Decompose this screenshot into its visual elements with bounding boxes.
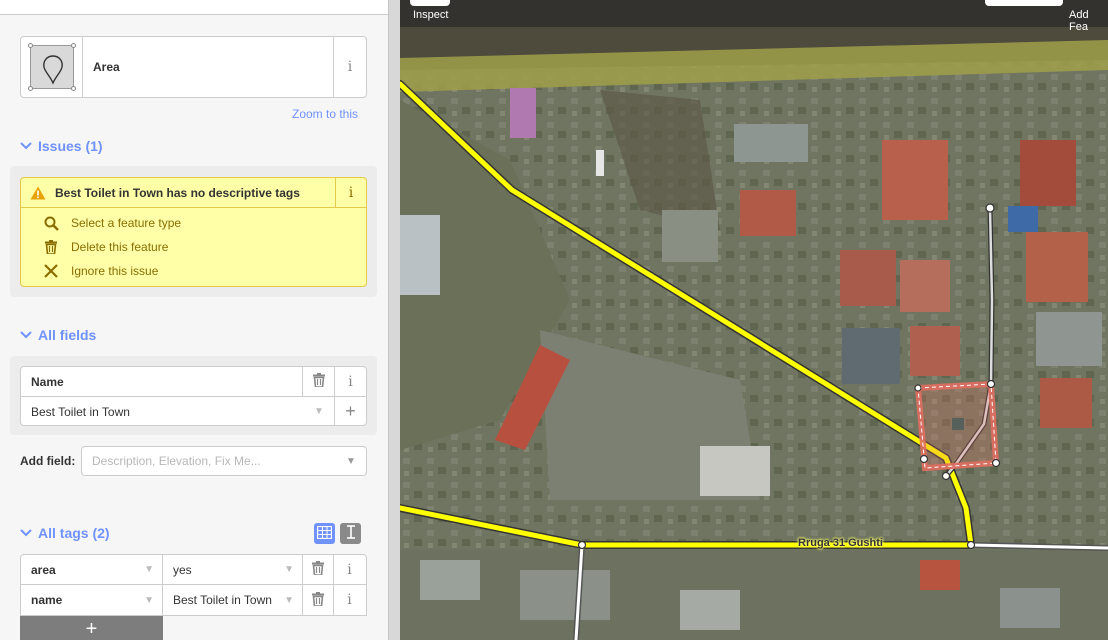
issue-info-button[interactable]: i	[335, 177, 366, 208]
fix-label: Delete this feature	[71, 240, 169, 254]
tag-key-text: name	[31, 593, 63, 607]
chevron-down-icon[interactable]: ▼	[284, 564, 294, 575]
inspect-label: Inspect	[413, 9, 449, 21]
trash-icon	[312, 561, 324, 578]
name-field-label-row: Name i	[21, 367, 366, 397]
chevron-down-icon	[20, 529, 34, 537]
tag-key-input[interactable]: name ▼	[21, 585, 163, 615]
name-field-remove-button[interactable]	[302, 367, 334, 396]
inspect-button[interactable]	[410, 0, 450, 6]
name-field: Name i Best Toilet in Town ▼ +	[20, 366, 367, 426]
chevron-down-icon	[20, 331, 34, 339]
area-preset-icon	[27, 43, 76, 91]
tag-key-input[interactable]: area ▼	[21, 555, 163, 584]
name-field-info-button[interactable]: i	[334, 367, 366, 396]
issues-section-title: Issues (1)	[38, 138, 103, 154]
close-icon	[41, 264, 61, 278]
tag-row: area ▼ yes ▼ i	[20, 554, 367, 585]
add-tag-button[interactable]: +	[20, 616, 163, 640]
tag-key-text: area	[31, 562, 56, 577]
fix-label: Select a feature type	[71, 216, 182, 230]
satellite-imagery	[400, 0, 1108, 640]
preset-icon-button[interactable]	[21, 37, 83, 97]
sidebar-resizer[interactable]	[388, 0, 400, 640]
name-input[interactable]: Best Toilet in Town	[21, 405, 304, 419]
issue-header[interactable]: Best Toilet in Town has no descriptive t…	[21, 177, 366, 208]
sidebar-header-strip	[0, 0, 388, 15]
warning-icon	[21, 186, 55, 200]
tag-value-text: Best Toilet in Town	[173, 593, 272, 607]
tag-table: area ▼ yes ▼ i name ▼ Best Toilet in Town ▼ …	[20, 554, 367, 616]
trash-icon	[312, 373, 325, 390]
fix-delete-feature[interactable]: Delete this feature	[21, 235, 366, 259]
text-cursor-icon	[346, 525, 356, 542]
tag-info-button[interactable]: i	[334, 555, 365, 584]
tag-value-text: yes	[173, 562, 192, 577]
preset-info-button[interactable]: i	[333, 37, 366, 97]
issues-section-toggle[interactable]: Issues (1)	[20, 138, 103, 154]
chevron-down-icon[interactable]: ▼	[304, 406, 334, 417]
add-field-label: Add field:	[20, 454, 76, 468]
add-feature-label: Add Fea	[1069, 9, 1089, 33]
tag-delete-button[interactable]	[303, 585, 334, 615]
fields-section-toggle[interactable]: All fields	[20, 327, 96, 343]
chevron-down-icon[interactable]: ▼	[144, 595, 154, 606]
chevron-down-icon[interactable]: ▼	[284, 595, 294, 606]
name-field-label: Name	[31, 374, 64, 389]
preset-name[interactable]: Area	[83, 37, 333, 97]
selected-area[interactable]	[914, 380, 1000, 472]
chevron-down-icon[interactable]: ▼	[336, 456, 366, 467]
chevron-down-icon	[20, 142, 34, 150]
map-top-bar: Inspect Add Fea	[400, 0, 1108, 33]
map-canvas[interactable]: Rruga 31 Gushti	[400, 0, 1108, 640]
fields-section-title: All fields	[38, 327, 97, 343]
tags-section-title: All tags (2)	[38, 525, 110, 541]
tag-row: name ▼ Best Toilet in Town ▼ i	[20, 585, 367, 616]
preset-list-item[interactable]: Area i	[20, 36, 367, 98]
text-view-button[interactable]	[340, 523, 361, 544]
table-icon	[316, 525, 333, 542]
fix-ignore-issue[interactable]: Ignore this issue	[21, 259, 366, 283]
chevron-down-icon[interactable]: ▼	[144, 564, 154, 575]
add-field-combo[interactable]: Description, Elevation, Fix Me... ▼	[81, 446, 367, 476]
tag-value-input[interactable]: Best Toilet in Town ▼	[163, 585, 303, 615]
tags-section-toggle[interactable]: All tags (2)	[20, 525, 110, 541]
add-localized-name-button[interactable]: +	[334, 397, 366, 426]
issue-message: Best Toilet in Town has no descriptive t…	[55, 185, 300, 200]
search-field-button[interactable]	[985, 0, 1063, 6]
road-name-label: Rruga 31 Gushti	[798, 537, 883, 549]
tag-info-button[interactable]: i	[334, 585, 365, 615]
tag-delete-button[interactable]	[303, 555, 334, 584]
fix-label: Ignore this issue	[71, 264, 159, 278]
trash-icon	[312, 591, 324, 609]
tag-value-input[interactable]: yes ▼	[163, 555, 303, 584]
trash-icon	[41, 240, 61, 254]
fix-select-feature-type[interactable]: Select a feature type	[21, 211, 366, 235]
issue-item: Best Toilet in Town has no descriptive t…	[20, 177, 367, 287]
list-view-button[interactable]	[314, 523, 335, 544]
search-icon	[41, 216, 61, 231]
zoom-to-this-link[interactable]: Zoom to this	[292, 107, 358, 121]
inspector-sidebar: Area i Zoom to this Issues (1) Best Toil…	[0, 0, 388, 640]
add-field-input[interactable]: Description, Elevation, Fix Me...	[82, 454, 336, 468]
